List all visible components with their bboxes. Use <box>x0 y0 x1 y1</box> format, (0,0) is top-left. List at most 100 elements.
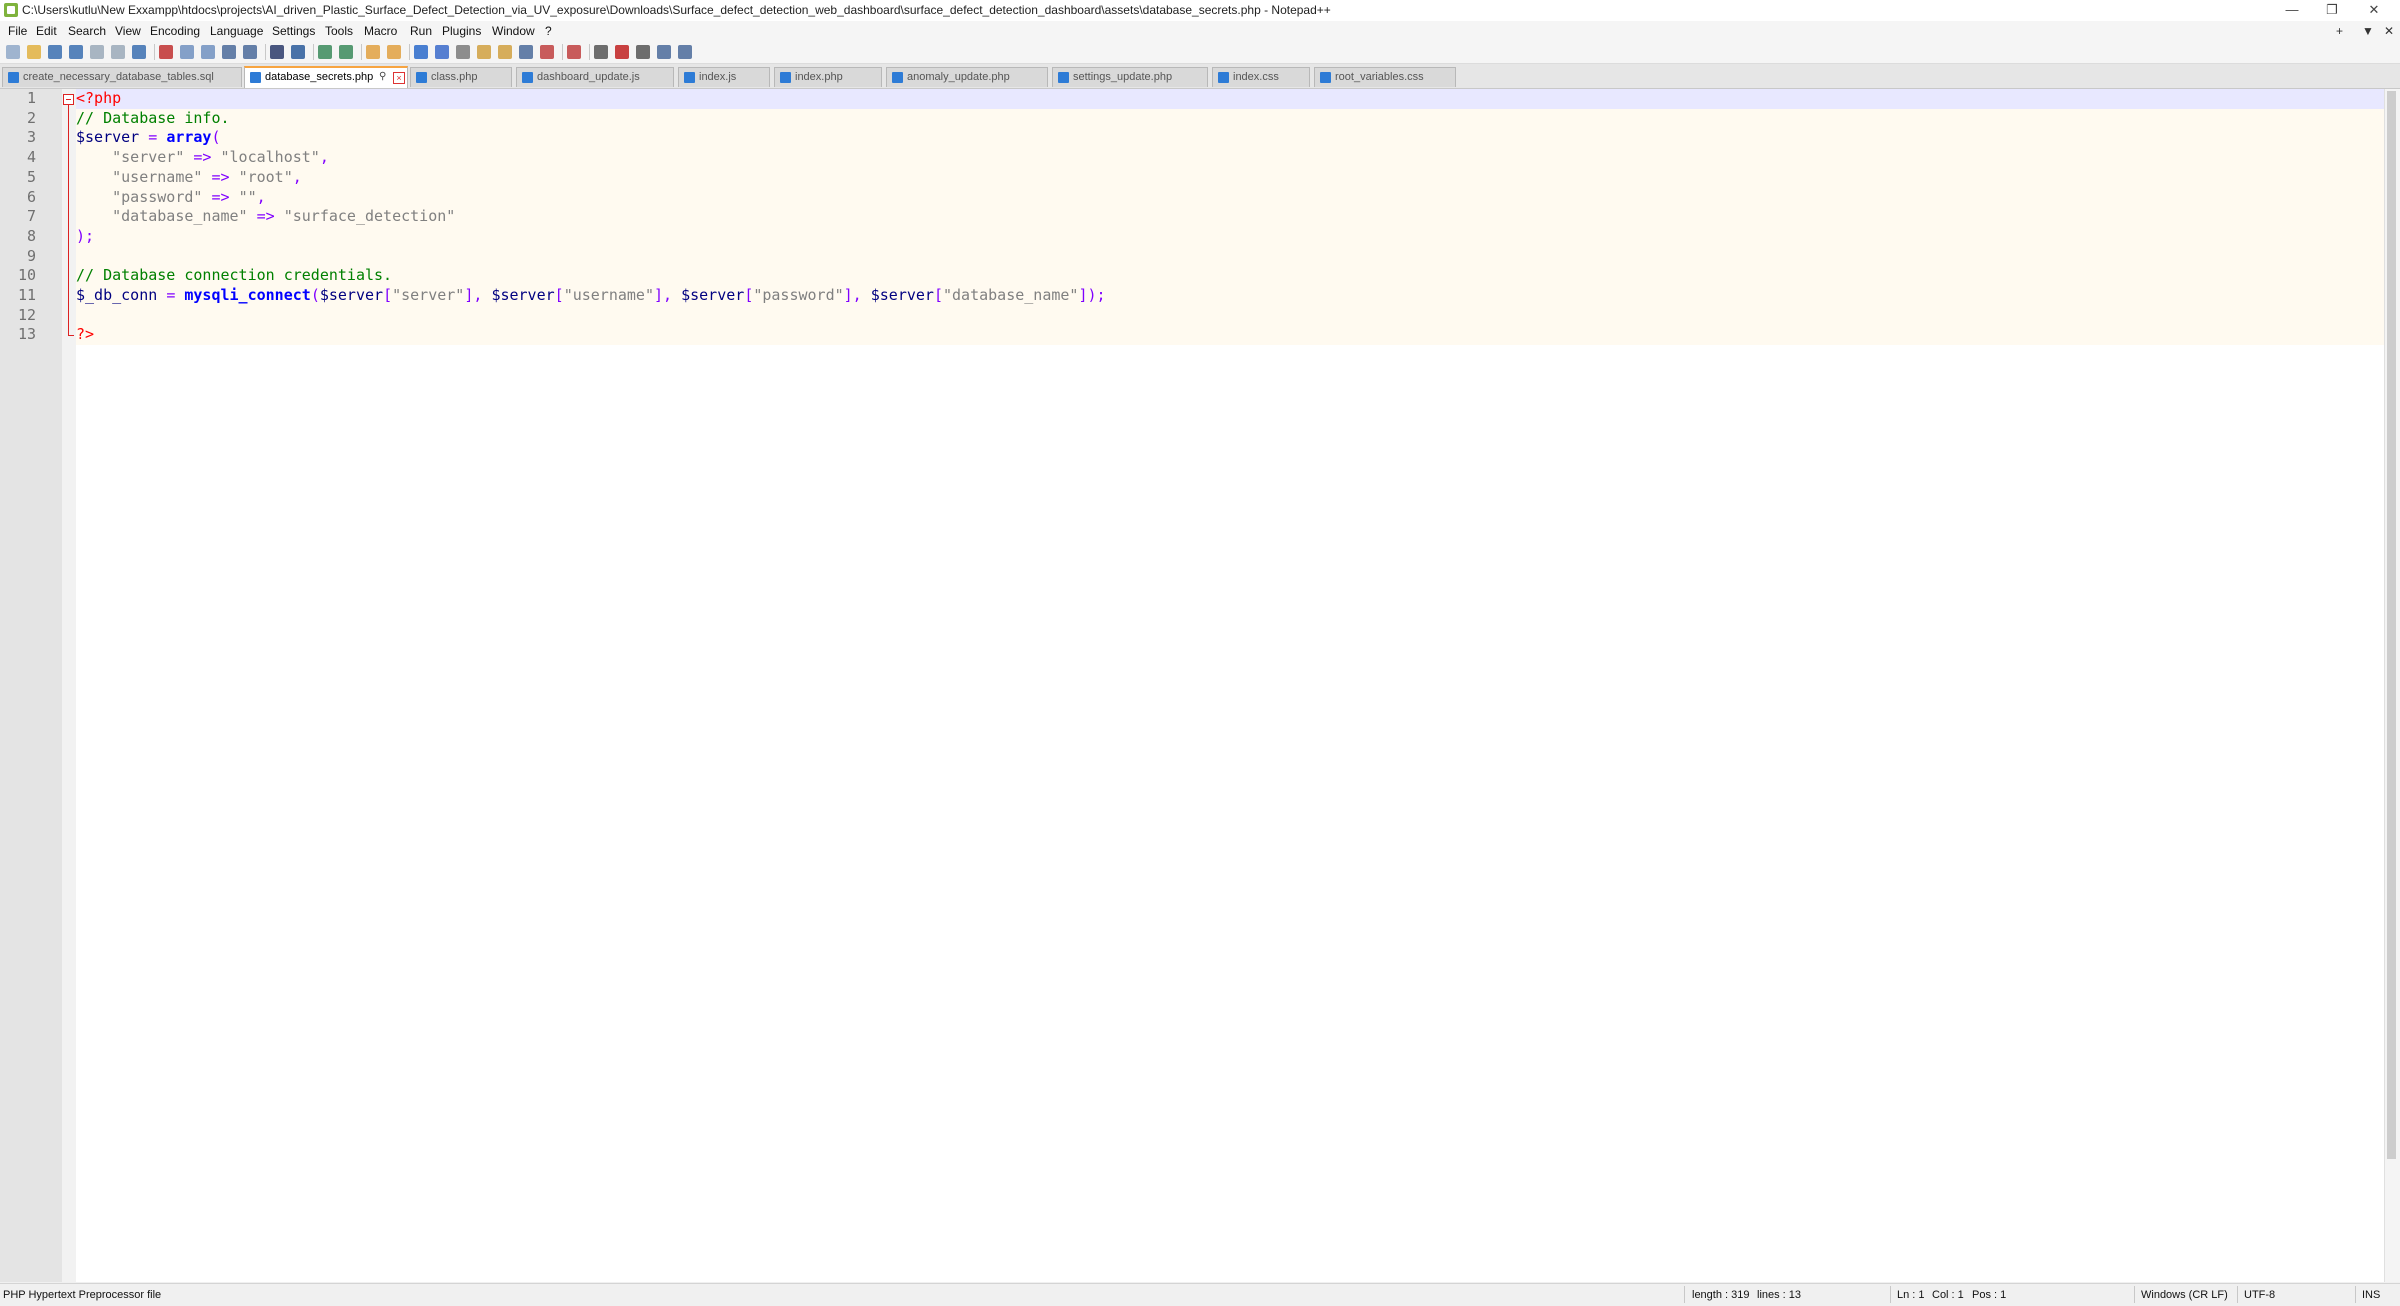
redo-icon[interactable] <box>243 45 257 59</box>
close-window-button[interactable]: ✕ <box>2354 0 2394 21</box>
code-token: "localhost" <box>220 148 320 167</box>
cursor-pos[interactable]: Pos : 1 <box>1972 1289 2006 1301</box>
save-macro-icon[interactable] <box>678 45 692 59</box>
menu-window[interactable]: Window <box>492 24 535 38</box>
indent-guide-icon[interactable] <box>456 45 470 59</box>
zoom-out-icon[interactable] <box>339 45 353 59</box>
print-icon[interactable] <box>132 45 146 59</box>
menu-language[interactable]: Language <box>210 24 263 38</box>
tab-root-variables-css[interactable]: root_variables.css <box>1314 67 1456 87</box>
close-all-icon[interactable] <box>111 45 125 59</box>
menu-run[interactable]: Run <box>410 24 432 38</box>
tab-settings-update-php[interactable]: settings_update.php <box>1052 67 1208 87</box>
code-text[interactable]: // Database info. <box>76 108 2384 129</box>
pin-icon[interactable]: ⚲ <box>379 71 386 82</box>
insert-mode[interactable]: INS <box>2362 1289 2380 1301</box>
sync-vertical-icon[interactable] <box>366 45 380 59</box>
code-text[interactable] <box>76 246 2384 267</box>
find-icon[interactable] <box>270 45 284 59</box>
code-line[interactable]: 10 // Database connection credentials. <box>0 266 2400 286</box>
word-wrap-icon[interactable] <box>414 45 428 59</box>
zoom-in-icon[interactable] <box>318 45 332 59</box>
folder-workspace-icon[interactable] <box>519 45 533 59</box>
code-text[interactable]: ); <box>76 226 2384 247</box>
code-line[interactable]: 1 <?php <box>0 89 2400 109</box>
paste-icon[interactable] <box>201 45 215 59</box>
copy-icon[interactable] <box>180 45 194 59</box>
minimize-button[interactable]: — <box>2272 0 2312 21</box>
menu-settings[interactable]: Settings <box>272 24 315 38</box>
new-tab-icon[interactable]: + <box>2336 24 2343 38</box>
save-icon[interactable] <box>48 45 62 59</box>
menu-tools[interactable]: Tools <box>325 24 353 38</box>
code-line[interactable]: 9 <box>0 246 2400 267</box>
code-text[interactable]: "username" => "root", <box>76 167 2384 188</box>
menu-help[interactable]: ? <box>545 24 552 38</box>
menu-plugins[interactable]: Plugins <box>442 24 481 38</box>
tab-index-css[interactable]: index.css <box>1212 67 1310 87</box>
code-line[interactable]: 7 "database_name" => "surface_detection" <box>0 207 2400 227</box>
code-text[interactable]: "password" => "", <box>76 187 2384 208</box>
close-tab-icon[interactable]: × <box>393 72 405 84</box>
code-text[interactable]: ?> <box>76 325 2384 346</box>
close-icon[interactable] <box>90 45 104 59</box>
tab-dashboard-update-js[interactable]: dashboard_update.js <box>516 67 674 87</box>
fold-collapse-icon[interactable] <box>63 94 74 105</box>
menu-encoding[interactable]: Encoding <box>150 24 200 38</box>
play-macro-icon[interactable] <box>636 45 650 59</box>
tab-index-php[interactable]: index.php <box>774 67 882 87</box>
undo-icon[interactable] <box>222 45 236 59</box>
tab-class-php[interactable]: class.php <box>410 67 512 87</box>
menu-view[interactable]: View <box>115 24 141 38</box>
code-text[interactable]: $_db_conn = mysqli_connect($server["serv… <box>76 286 2384 306</box>
tab-list-icon[interactable]: ▼ <box>2362 24 2374 38</box>
replace-icon[interactable] <box>291 45 305 59</box>
code-text[interactable]: "database_name" => "surface_detection" <box>76 207 2384 227</box>
tab-create-necessary-database-tables-sql[interactable]: create_necessary_database_tables.sql <box>2 67 242 87</box>
restore-button[interactable]: ❐ <box>2312 0 2352 21</box>
eol-format[interactable]: Windows (CR LF) <box>2141 1289 2228 1301</box>
code-line[interactable]: 13 ?> <box>0 325 2400 346</box>
code-line[interactable]: 2 // Database info. <box>0 108 2400 129</box>
menu-edit[interactable]: Edit <box>36 24 57 38</box>
code-token: = <box>166 286 176 304</box>
menu-file[interactable]: File <box>8 24 27 38</box>
run-multiple-icon[interactable] <box>657 45 671 59</box>
menu-search[interactable]: Search <box>68 24 106 38</box>
code-text[interactable]: "server" => "localhost", <box>76 148 2384 168</box>
code-text[interactable] <box>76 305 2384 326</box>
cursor-col[interactable]: Col : 1 <box>1932 1289 1964 1301</box>
code-line[interactable]: 4 "server" => "localhost", <box>0 148 2400 168</box>
function-list-icon[interactable] <box>498 45 512 59</box>
tab-index-js[interactable]: index.js <box>678 67 770 87</box>
code-line[interactable]: 3 $server = array( <box>0 128 2400 149</box>
encoding[interactable]: UTF-8 <box>2244 1289 2275 1301</box>
monitoring-icon[interactable] <box>567 45 581 59</box>
close-doc-icon[interactable]: ✕ <box>2384 24 2394 38</box>
code-line[interactable]: 11 $_db_conn = mysqli_connect($server["se… <box>0 286 2400 306</box>
code-line[interactable]: 6 "password" => "", <box>0 187 2400 208</box>
cursor-line[interactable]: Ln : 1 <box>1897 1289 1925 1301</box>
code-line[interactable]: 8); <box>0 226 2400 247</box>
doc-list-icon[interactable] <box>540 45 554 59</box>
tab-database-secrets-php[interactable]: database_secrets.php ⚲ × <box>244 66 408 88</box>
tab-anomaly-update-php[interactable]: anomaly_update.php <box>886 67 1048 87</box>
code-text[interactable]: // Database connection credentials. <box>76 266 2384 286</box>
code-token: => <box>193 148 212 167</box>
sync-horizontal-icon[interactable] <box>387 45 401 59</box>
code-text[interactable]: $server = array( <box>76 128 2384 149</box>
doc-map-icon[interactable] <box>477 45 491 59</box>
stop-record-icon[interactable] <box>615 45 629 59</box>
menu-macro[interactable]: Macro <box>364 24 397 38</box>
cut-icon[interactable] <box>159 45 173 59</box>
save-all-icon[interactable] <box>69 45 83 59</box>
code-text[interactable]: <?php <box>76 89 2384 109</box>
code-token: "root" <box>238 167 293 186</box>
record-macro-icon[interactable] <box>594 45 608 59</box>
code-token: "server" <box>76 148 185 167</box>
new-file-icon[interactable] <box>6 45 20 59</box>
code-line[interactable]: 5 "username" => "root", <box>0 167 2400 188</box>
open-file-icon[interactable] <box>27 45 41 59</box>
code-line[interactable]: 12 <box>0 305 2400 326</box>
show-all-chars-icon[interactable] <box>435 45 449 59</box>
